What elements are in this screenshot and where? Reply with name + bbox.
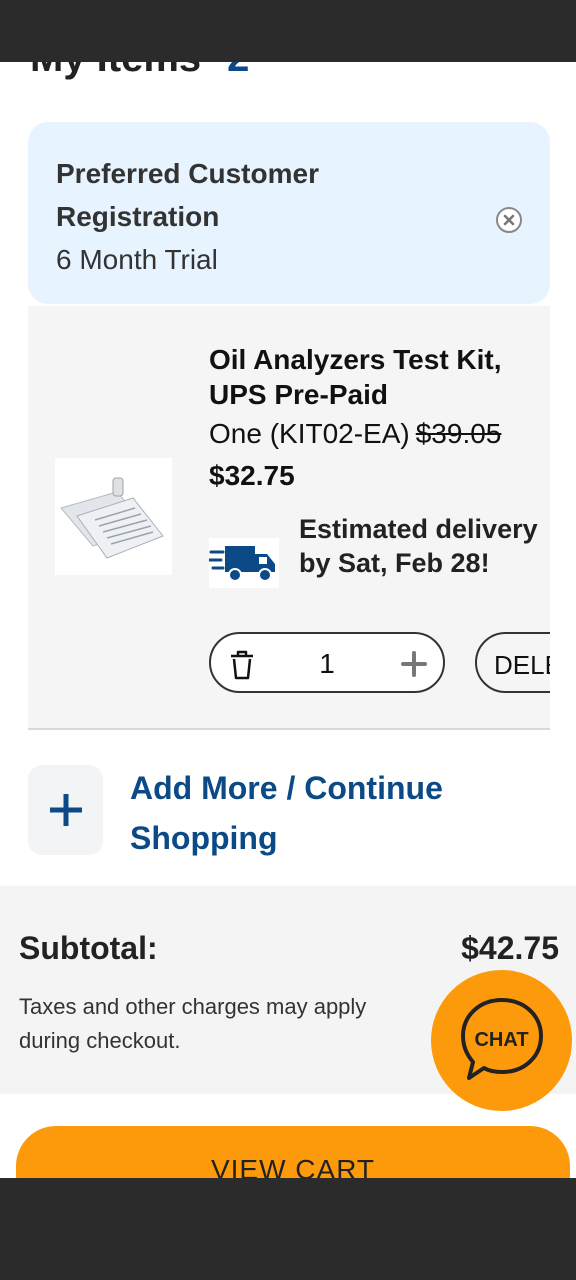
chat-label: CHAT [474, 1029, 529, 1051]
product-image[interactable] [55, 458, 172, 575]
delivery-estimate: Estimated delivery by Sat, Feb 28! [299, 514, 538, 578]
plus-icon [50, 794, 82, 826]
product-variant: One (KIT02-EA) $39.05 [209, 418, 501, 450]
delete-button[interactable]: DELETE [475, 632, 550, 693]
promo-subtitle: 6 Month Trial [56, 244, 218, 275]
status-bar [0, 0, 576, 62]
add-more-continue-shopping[interactable]: Add More / Continue Shopping [28, 765, 548, 857]
add-more-link[interactable]: Add More / Continue Shopping [130, 763, 530, 863]
cart-item: Oil Analyzers Test Kit, UPS Pre-Paid One… [28, 306, 550, 730]
sale-price: $32.75 [209, 460, 295, 491]
variant-label: One (KIT02-EA) [209, 418, 410, 449]
remove-promo-button[interactable] [496, 207, 522, 233]
truck-icon [207, 538, 279, 588]
preferred-customer-card: Preferred Customer Registration 6 Month … [28, 122, 550, 304]
subtotal-value: $42.75 [461, 930, 559, 966]
tax-note: Taxes and other charges may apply during… [19, 994, 367, 1053]
test-kit-image [60, 477, 164, 559]
quantity-stepper[interactable]: 1 [209, 632, 445, 693]
navigation-bar [0, 1178, 576, 1280]
chat-button[interactable]: CHAT [431, 970, 572, 1111]
subtotal-label: Subtotal: [19, 930, 158, 966]
promo-title: Preferred Customer Registration [56, 158, 319, 232]
plus-icon[interactable] [401, 651, 427, 677]
close-icon [503, 214, 515, 226]
original-price: $39.05 [415, 418, 502, 449]
product-name[interactable]: Oil Analyzers Test Kit, UPS Pre-Paid [209, 342, 539, 412]
add-more-button[interactable] [28, 765, 103, 855]
